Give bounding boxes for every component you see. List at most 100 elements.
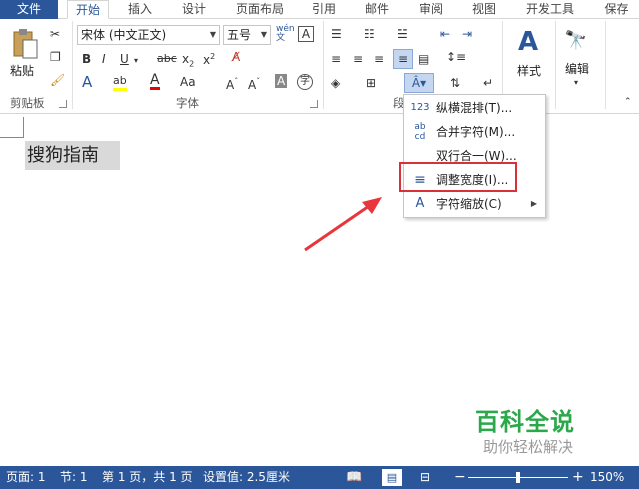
italic-icon[interactable]: I (102, 52, 106, 66)
margin-marker (0, 137, 24, 138)
font-size-select[interactable]: 五号 ▼ (223, 25, 271, 45)
shading-icon[interactable]: ◈ (331, 76, 340, 90)
tab-file[interactable]: 文件 (0, 0, 58, 19)
collapse-ribbon-icon[interactable]: ⌃ (624, 95, 632, 109)
paste-icon[interactable] (8, 25, 42, 63)
watermark-logo: 百科全说 助你轻松解决 (455, 398, 605, 458)
separator (323, 21, 324, 109)
separator (72, 21, 73, 109)
chevron-down-icon: ▼ (209, 30, 216, 39)
chevron-down-icon: ▼ (260, 30, 267, 39)
increase-indent-icon[interactable]: ⇥ (462, 27, 472, 41)
bold-icon[interactable]: B (82, 52, 91, 66)
align-left-icon[interactable]: ≡ (331, 52, 341, 66)
status-bar: 页面: 1 节: 1 第 1 页，共 1 页 设置值: 2.5厘米 📖 ▤ ⊟ … (0, 466, 639, 489)
separator (605, 21, 606, 109)
tab-view[interactable]: 视图 (462, 0, 506, 19)
read-mode-icon[interactable]: 📖 (346, 466, 362, 489)
font-name-value: 宋体 (中文正文) (81, 28, 167, 42)
menu-item-label: 纵横混排(T)... (436, 101, 513, 115)
underline-icon[interactable]: U (120, 52, 129, 66)
tab-insert[interactable]: 插入 (118, 0, 162, 19)
tab-design[interactable]: 设计 (172, 0, 216, 19)
find-icon[interactable]: 🔭 (563, 27, 589, 53)
submenu-arrow-icon: ▶ (530, 199, 537, 208)
tab-save[interactable]: 保存 (594, 0, 639, 19)
highlight-box (399, 162, 517, 192)
multilevel-list-icon[interactable]: ☱ (397, 27, 408, 41)
web-layout-icon[interactable]: ⊟ (420, 466, 430, 489)
borders-icon[interactable]: ⊞ (366, 76, 376, 90)
zoom-level[interactable]: 150% (590, 466, 624, 489)
cut-icon[interactable]: ✂ (50, 27, 60, 41)
chevron-down-icon[interactable]: ▾ (134, 54, 138, 68)
styles-label[interactable]: 样式 (517, 62, 541, 79)
watermark-title: 百科全说 (475, 408, 575, 436)
sort-icon[interactable]: ⇅ (450, 76, 460, 90)
watermark-subtitle: 助你轻松解决 (483, 438, 574, 456)
chevron-down-icon[interactable]: ▾ (574, 76, 578, 90)
menu-item-character-scaling[interactable]: A 字符缩放(C) ▶ (404, 192, 545, 216)
character-border-icon[interactable]: A (298, 26, 314, 42)
zoom-out-icon[interactable]: − (454, 466, 466, 489)
editing-label[interactable]: 编辑 (565, 60, 589, 77)
vertical-horizontal-icon: 123 (410, 102, 430, 113)
tab-developer[interactable]: 开发工具 (518, 0, 582, 19)
change-case-icon[interactable]: Aa (180, 75, 196, 89)
character-scaling-icon: A (415, 196, 425, 211)
align-center-icon[interactable]: ≡ (353, 52, 363, 66)
enclose-characters-icon[interactable]: 字 (297, 74, 313, 90)
print-layout-icon[interactable]: ▤ (382, 469, 402, 486)
asian-layout-icon[interactable]: Â▾ (404, 73, 434, 93)
menu-item-label: 字符缩放(C) (436, 197, 502, 211)
clipboard-launcher-icon[interactable] (59, 100, 67, 108)
combine-characters-icon: ab cd (414, 122, 426, 142)
font-name-select[interactable]: 宋体 (中文正文) ▼ (77, 25, 220, 45)
margin-marker (23, 117, 24, 137)
separator (555, 21, 556, 109)
document-text[interactable]: 搜狗指南 (25, 141, 120, 170)
tab-layout[interactable]: 页面布局 (229, 0, 291, 19)
font-size-value: 五号 (227, 28, 252, 42)
clear-formatting-icon[interactable]: A̸ (232, 50, 240, 64)
font-group-label: 字体 (176, 96, 199, 110)
paste-label[interactable]: 粘贴 (10, 62, 34, 79)
font-color-icon[interactable]: A (150, 73, 160, 90)
status-pages[interactable]: 第 1 页，共 1 页 (102, 466, 193, 489)
tab-mailings[interactable]: 邮件 (355, 0, 399, 19)
strikethrough-icon[interactable]: abc (157, 52, 177, 66)
copy-icon[interactable]: ❐ (50, 50, 61, 64)
distributed-icon[interactable]: ▤ (418, 52, 429, 66)
bullets-icon[interactable]: ☰ (331, 27, 342, 41)
ribbon-tabs: 文件 开始 插入 设计 页面布局 引用 邮件 审阅 视图 开发工具 保存 (0, 0, 639, 19)
numbering-icon[interactable]: ☷ (364, 27, 375, 41)
tab-home[interactable]: 开始 (67, 0, 109, 19)
character-shading-icon[interactable]: A (275, 74, 288, 88)
highlight-color-icon[interactable]: ab (113, 74, 127, 91)
tab-review[interactable]: 审阅 (409, 0, 453, 19)
menu-item-combine-characters[interactable]: ab cd 合并字符(M)... (404, 120, 545, 144)
menu-item-label: 合并字符(M)... (436, 125, 516, 139)
styles-icon[interactable]: A (513, 27, 543, 57)
zoom-in-icon[interactable]: + (572, 466, 584, 489)
grow-font-icon[interactable]: Aˆ (226, 75, 238, 92)
status-section[interactable]: 节: 1 (60, 466, 88, 489)
text-effects-icon[interactable]: A (82, 75, 92, 90)
menu-item-combine-horizontal[interactable]: 123 纵横混排(T)... (404, 96, 545, 120)
phonetic-guide-icon[interactable]: wén 文 (276, 25, 295, 43)
decrease-indent-icon[interactable]: ⇤ (440, 27, 450, 41)
show-marks-icon[interactable]: ↵ (483, 76, 493, 90)
justify-icon[interactable]: ≡ (393, 49, 413, 69)
tab-references[interactable]: 引用 (302, 0, 346, 19)
shrink-font-icon[interactable]: Aˇ (248, 75, 260, 92)
superscript-icon[interactable]: x2 (203, 50, 215, 67)
subscript-icon[interactable]: x2 (182, 52, 194, 71)
status-page[interactable]: 页面: 1 (6, 466, 46, 489)
line-spacing-icon[interactable]: ↕≡ (446, 50, 466, 64)
status-setting[interactable]: 设置值: 2.5厘米 (203, 466, 290, 489)
align-right-icon[interactable]: ≡ (374, 52, 384, 66)
pointer-arrow-icon (304, 197, 382, 252)
format-painter-icon[interactable]: 🖌 (50, 73, 65, 87)
zoom-slider-thumb[interactable] (516, 472, 520, 483)
font-launcher-icon[interactable] (310, 100, 318, 108)
